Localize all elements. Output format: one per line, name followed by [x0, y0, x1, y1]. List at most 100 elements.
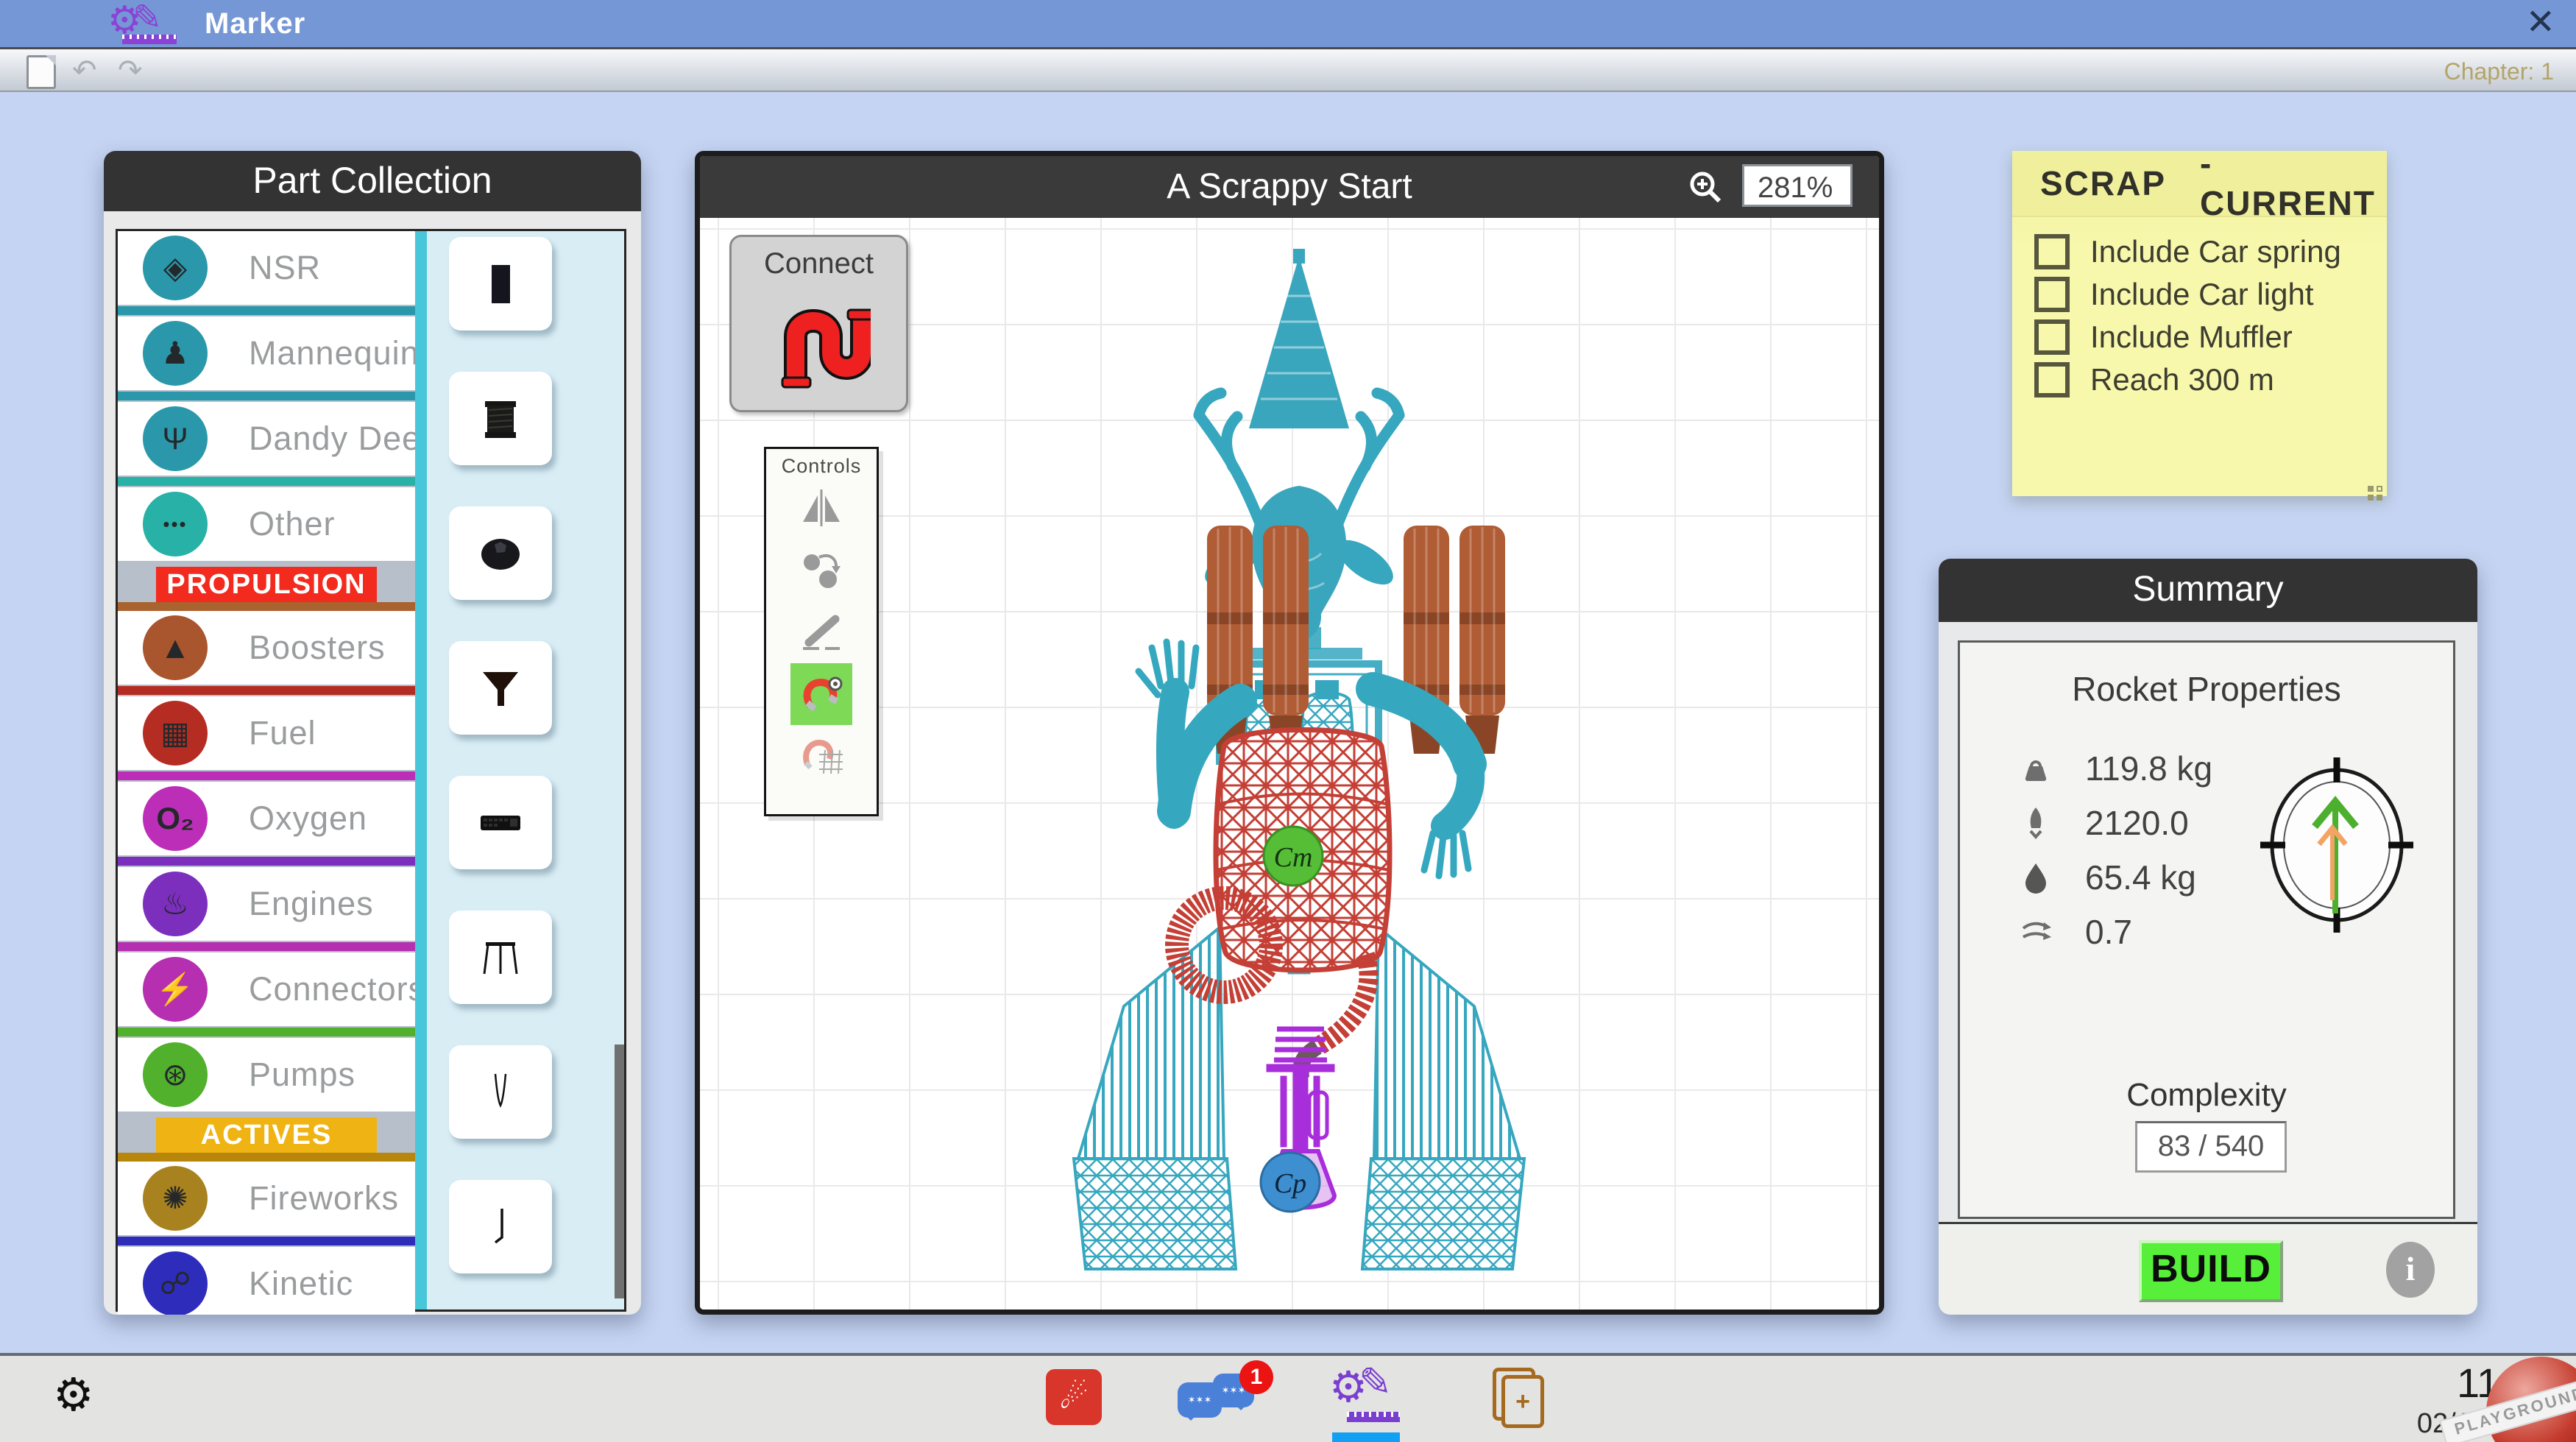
canvas-grid-area[interactable]: Connect Controls Cm Cp: [700, 218, 1879, 1310]
separator: [118, 685, 415, 696]
build-button[interactable]: BUILD: [2139, 1240, 2283, 1302]
category-fireworks[interactable]: ✺ Fireworks: [118, 1162, 415, 1235]
actives-banner: ACTIVES: [156, 1117, 377, 1153]
category-other[interactable]: ••• Other: [118, 487, 415, 561]
checklist-item: Reach 300 m: [2034, 358, 2387, 401]
controls-toolbar: Controls: [764, 447, 879, 816]
checkbox-muffler[interactable]: [2034, 319, 2070, 355]
part-thumbnail-funnel[interactable]: [449, 641, 552, 735]
thrust-rocket-icon: [2017, 806, 2054, 840]
category-scrollbar[interactable]: [415, 231, 427, 1310]
taskbar-app-marker[interactable]: ⚙ ✎: [1329, 1360, 1400, 1425]
separator: [118, 770, 415, 782]
category-connectors[interactable]: ⚡ Connectors: [118, 953, 425, 1026]
separator: [118, 1235, 415, 1247]
checkbox-car-light[interactable]: [2034, 277, 2070, 312]
active-app-indicator: [1332, 1432, 1400, 1442]
taskbar-app-comet[interactable]: ☄: [1046, 1369, 1102, 1425]
taskbar-app-chat[interactable]: ✶✶✶ ✶✶✶ 1: [1178, 1360, 1273, 1429]
category-nsr[interactable]: ◈ NSR: [118, 231, 415, 305]
part-thumbnail-bent-rod[interactable]: [449, 1180, 552, 1273]
model-foot-left: [1072, 1157, 1238, 1270]
title-bar: ⚙ ✎ Marker ✕: [0, 0, 2576, 49]
category-kinetic[interactable]: ☍ Kinetic: [118, 1247, 415, 1315]
category-mannequin[interactable]: ♟ Mannequin: [118, 317, 419, 390]
banner-underline: [118, 1153, 415, 1162]
taskbar: ⚙ ☄ ✶✶✶ ✶✶✶ 1 ⚙ ✎ + 11:44 02/12/2019: [0, 1353, 2576, 1442]
playground-watermark: PLAYGROUND: [2439, 1349, 2576, 1442]
checkbox-car-spring[interactable]: [2034, 234, 2070, 269]
separator: [118, 1026, 415, 1038]
category-list: ◈ NSR ♟ Mannequin Ψ Dandy Deer ••• Other: [118, 231, 432, 1315]
duplicate-rotate-tool[interactable]: [766, 540, 877, 601]
magnet-grid-tool[interactable]: [766, 725, 877, 787]
part-thumbnail-frame[interactable]: [449, 911, 552, 1004]
fuel-can-icon: ▦: [143, 701, 208, 766]
settings-gear-icon[interactable]: ⚙: [53, 1368, 94, 1421]
thumbnail-scrollbar[interactable]: [615, 1045, 624, 1298]
separator: [118, 390, 415, 402]
propulsion-banner: PROPULSION: [156, 567, 377, 602]
summary-panel: Summary Rocket Properties 119.8 kg 2120.…: [1939, 559, 2477, 1315]
ruler-icon: [1347, 1412, 1400, 1422]
oxygen-o2-icon: O₂: [143, 786, 208, 851]
info-icon[interactable]: i: [2386, 1242, 2435, 1298]
complexity-value: 83 / 540: [2135, 1121, 2287, 1173]
toolbar: ↶ ↷ Chapter: 1: [0, 49, 2576, 92]
category-dandy-deer[interactable]: Ψ Dandy Deer: [118, 402, 432, 476]
part-thumbnail-coil[interactable]: [449, 372, 552, 465]
kinetic-icon: ☍: [143, 1251, 208, 1315]
ruler-icon: [122, 35, 177, 44]
part-thumbnail-keyboard[interactable]: [449, 776, 552, 869]
part-thumbnail-pipe[interactable]: [449, 237, 552, 331]
scrap-checklist-note[interactable]: SCRAP - CURRENT Include Car spring Inclu…: [2012, 144, 2387, 496]
app-window: ⚙ ✎ Marker ✕ ↶ ↷ Chapter: 1 Part Collect…: [0, 0, 2576, 1442]
part-thumbnail-ball[interactable]: [449, 506, 552, 600]
weight-icon: [2017, 752, 2054, 785]
summary-footer: BUILD i: [1939, 1222, 2477, 1315]
connect-tool-button[interactable]: Connect: [729, 235, 908, 412]
note-resize-grip[interactable]: [2378, 487, 2381, 490]
complexity-label: Complexity: [2126, 1077, 2287, 1113]
checklist-item: Include Car spring: [2034, 230, 2387, 273]
rocket-model[interactable]: Cm Cp: [1056, 244, 1542, 1275]
undo-icon[interactable]: ↶: [72, 54, 97, 88]
taskbar-app-cards[interactable]: +: [1490, 1368, 1549, 1428]
chapter-label: Chapter: 1: [2444, 58, 2554, 85]
category-pumps[interactable]: ⊛ Pumps: [118, 1038, 415, 1111]
category-boosters[interactable]: ▲ Boosters: [118, 611, 415, 685]
model-foot-right: [1360, 1157, 1526, 1270]
separator: [118, 941, 415, 953]
note-header: SCRAP - CURRENT: [2012, 144, 2387, 222]
category-oxygen[interactable]: O₂ Oxygen: [118, 782, 415, 855]
note-subtitle: - CURRENT: [2200, 144, 2376, 222]
new-document-icon[interactable]: [26, 55, 56, 89]
checklist-item: Include Muffler: [2034, 316, 2387, 358]
model-cone-hat: [1249, 249, 1349, 428]
category-fuel[interactable]: ▦ Fuel: [118, 696, 415, 770]
part-collection-panel: Part Collection ◈ NSR ♟ Mannequin Ψ Dand…: [104, 151, 641, 1315]
checklist-item: Include Car light: [2034, 273, 2387, 316]
build-canvas-panel: A Scrappy Start 281% Connect Controls Cm…: [695, 151, 1884, 1315]
mirror-flip-tool[interactable]: [766, 478, 877, 540]
part-thumbnail-tweezers[interactable]: [449, 1045, 552, 1139]
part-thumbnail-list: [427, 231, 624, 1310]
zoom-magnifier-icon[interactable]: [1686, 168, 1724, 206]
category-engines[interactable]: ♨ Engines: [118, 867, 415, 941]
pencil-icon: ✎: [132, 0, 163, 38]
chisel-tool[interactable]: [766, 601, 877, 663]
plug-icon: ⚡: [143, 957, 208, 1022]
marker-logo-icon: ⚙ ✎: [107, 0, 196, 46]
pump-icon: ⊛: [143, 1042, 208, 1107]
magnet-tool-selected[interactable]: [790, 663, 852, 725]
droplet-icon: [2017, 860, 2054, 894]
checkbox-reach-300m[interactable]: [2034, 362, 2070, 397]
close-icon[interactable]: ✕: [2526, 1, 2555, 43]
pencil-icon: ✎: [1359, 1360, 1393, 1404]
separator: [118, 305, 415, 317]
redo-icon[interactable]: ↷: [118, 54, 143, 88]
zoom-level-input[interactable]: 281%: [1742, 164, 1853, 207]
center-of-pressure-marker: Cp: [1259, 1151, 1321, 1213]
svg-text:Cm: Cm: [1274, 842, 1313, 873]
nsr-cube-icon: ◈: [143, 236, 208, 300]
